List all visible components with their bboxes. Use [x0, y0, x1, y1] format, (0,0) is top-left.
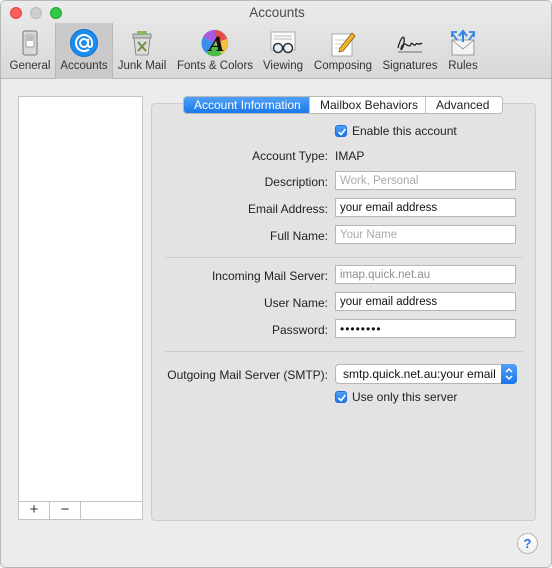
email-address-field[interactable] [335, 198, 516, 217]
toolbar-label: Viewing [262, 60, 304, 72]
toolbar-rules[interactable]: Rules [443, 23, 483, 79]
toolbar-fonts-colors[interactable]: A Fonts & Colors [173, 23, 257, 79]
account-type-value: IMAP [335, 149, 365, 163]
account-list[interactable]: + − [18, 96, 143, 520]
toolbar-viewing[interactable]: Viewing [259, 23, 307, 79]
incoming-server-field[interactable] [335, 265, 516, 284]
popup-arrows-icon [501, 364, 517, 384]
user-name-label: User Name: [263, 296, 328, 310]
toolbar-label: Accounts [60, 60, 108, 72]
toolbar-label: General [9, 60, 51, 72]
full-name-label: Full Name: [269, 229, 328, 243]
signature-icon [397, 36, 423, 53]
glasses-icon [270, 31, 296, 54]
trash-bin-icon [132, 31, 152, 56]
outgoing-server-popup[interactable]: smtp.quick.net.au:your email [335, 364, 517, 384]
toolbar-label: Composing [313, 60, 373, 72]
toolbar-composing[interactable]: Composing [309, 23, 377, 79]
remove-account-button[interactable]: − [50, 502, 81, 519]
toolbar-accounts[interactable]: Accounts [55, 23, 113, 79]
at-sign-icon [70, 29, 98, 57]
use-only-server-checkbox[interactable] [335, 391, 347, 403]
toolbar-label: Fonts & Colors [176, 60, 254, 72]
tab-account-information[interactable]: Account Information [184, 97, 310, 113]
pencil-paper-icon [331, 32, 356, 57]
toolbar-signatures[interactable]: Signatures [379, 23, 441, 79]
general-switch-icon [22, 30, 38, 56]
envelope-arrows-icon [451, 29, 475, 56]
toolbar-junk-mail[interactable]: Junk Mail [113, 23, 171, 79]
section-divider [165, 351, 523, 352]
use-only-server-label: Use only this server [352, 390, 458, 404]
titlebar-toolbar: Accounts General Accounts Junk Mail A Fo… [1, 1, 551, 79]
incoming-server-label: Incoming Mail Server: [211, 269, 328, 283]
color-wheel-font-icon: A [201, 29, 229, 57]
toolbar-label: Junk Mail [117, 60, 167, 72]
svg-text:A: A [207, 32, 225, 56]
full-name-field[interactable] [335, 225, 516, 244]
help-button[interactable]: ? [517, 533, 538, 554]
account-type-label: Account Type: [252, 149, 328, 163]
checkmark-icon [337, 128, 347, 136]
tab-advanced[interactable]: Advanced [426, 97, 502, 113]
tab-mailbox-behaviors[interactable]: Mailbox Behaviors [310, 97, 426, 113]
enable-account-checkbox[interactable] [335, 125, 347, 137]
toolbar-general[interactable]: General [5, 23, 55, 79]
password-label: Password: [271, 323, 328, 337]
account-list-toolbar: + − [19, 501, 142, 519]
preferences-window: Accounts General Accounts Junk Mail A Fo… [0, 0, 552, 568]
password-field[interactable]: •••••••• [335, 319, 516, 338]
window-title: Accounts [249, 5, 305, 20]
email-address-label: Email Address: [247, 202, 328, 216]
toolbar-label: Signatures [382, 60, 438, 72]
description-label: Description: [264, 175, 328, 189]
add-account-button[interactable]: + [19, 502, 50, 519]
section-divider [165, 257, 523, 258]
toolbar-label: Rules [448, 60, 478, 72]
user-name-field[interactable] [335, 292, 516, 311]
outgoing-server-label: Outgoing Mail Server (SMTP): [167, 368, 328, 382]
outgoing-server-value: smtp.quick.net.au:your email [343, 367, 496, 381]
account-tabs: Account Information Mailbox Behaviors Ad… [183, 96, 503, 114]
description-field[interactable] [335, 171, 516, 190]
enable-account-label: Enable this account [352, 124, 457, 138]
account-settings-panel [151, 103, 536, 521]
checkmark-icon [337, 394, 347, 402]
